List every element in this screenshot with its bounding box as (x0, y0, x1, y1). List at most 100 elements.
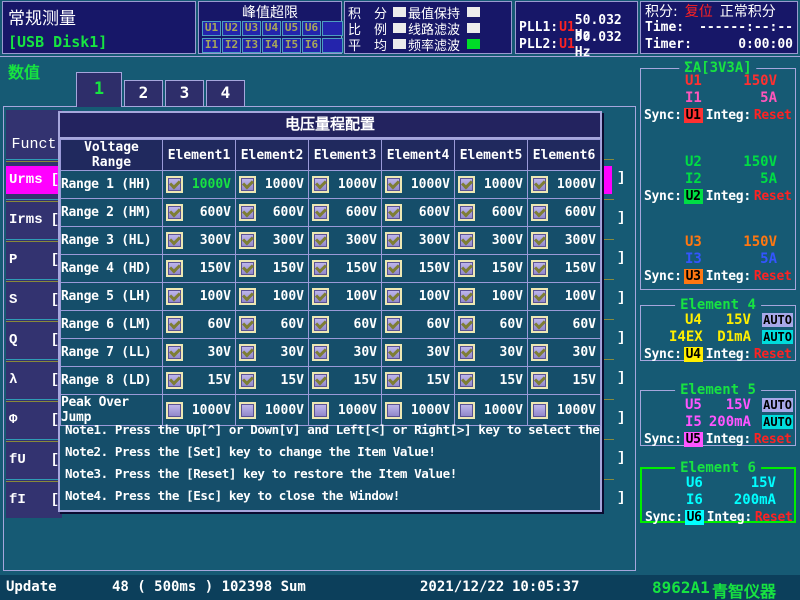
checkbox-checked-icon[interactable] (312, 372, 329, 389)
range-cell[interactable]: 1000V (163, 171, 236, 199)
function-row-Φ[interactable]: Φ[ (6, 406, 62, 434)
checkbox-checked-icon[interactable] (239, 372, 256, 389)
range-cell[interactable]: 30V (528, 339, 601, 367)
checkbox-checked-icon[interactable] (239, 176, 256, 193)
checkbox-checked-icon[interactable] (239, 316, 256, 333)
checkbox-checked-icon[interactable] (458, 344, 475, 361)
checkbox-unchecked-icon[interactable] (312, 402, 329, 419)
function-row-fU[interactable]: fU[ (6, 446, 62, 474)
checkbox-checked-icon[interactable] (239, 288, 256, 305)
checkbox-checked-icon[interactable] (166, 204, 183, 221)
checkbox-checked-icon[interactable] (385, 260, 402, 277)
range-cell[interactable]: 30V (455, 339, 528, 367)
checkbox-checked-icon[interactable] (312, 176, 329, 193)
checkbox-checked-icon[interactable] (458, 232, 475, 249)
function-row-Q[interactable]: Q[ (6, 326, 62, 354)
checkbox-checked-icon[interactable] (531, 372, 548, 389)
checkbox-checked-icon[interactable] (385, 316, 402, 333)
checkbox-unchecked-icon[interactable] (239, 402, 256, 419)
range-cell[interactable]: 1000V (236, 171, 309, 199)
range-cell[interactable]: 15V (236, 367, 309, 395)
element-box-6[interactable]: Element 6 U615V I6200mA Sync:U6Integ:Res… (640, 467, 796, 523)
tab-3[interactable]: 3 (165, 80, 204, 106)
range-cell[interactable]: 15V (382, 367, 455, 395)
checkbox-checked-icon[interactable] (458, 316, 475, 333)
range-cell[interactable]: 300V (382, 227, 455, 255)
range-cell[interactable]: 30V (236, 339, 309, 367)
function-row-Irms[interactable]: Irms[ (6, 206, 62, 234)
range-cell[interactable]: 60V (163, 311, 236, 339)
range-cell[interactable]: 300V (236, 227, 309, 255)
checkbox-checked-icon[interactable] (385, 204, 402, 221)
range-cell[interactable]: 1000V (382, 171, 455, 199)
tab-1[interactable]: 1 (76, 72, 122, 107)
checkbox-checked-icon[interactable] (239, 344, 256, 361)
range-cell[interactable]: 1000V (528, 171, 601, 199)
checkbox-unchecked-icon[interactable] (385, 402, 402, 419)
checkbox-checked-icon[interactable] (458, 176, 475, 193)
checkbox-checked-icon[interactable] (312, 204, 329, 221)
checkbox-unchecked-icon[interactable] (166, 402, 183, 419)
checkbox-unchecked-icon[interactable] (531, 402, 548, 419)
range-cell[interactable]: 60V (382, 311, 455, 339)
range-cell[interactable]: 60V (528, 311, 601, 339)
checkbox-checked-icon[interactable] (531, 344, 548, 361)
function-row-λ[interactable]: λ[ (6, 366, 62, 394)
range-cell[interactable]: 30V (382, 339, 455, 367)
range-cell[interactable]: 600V (236, 199, 309, 227)
checkbox-checked-icon[interactable] (239, 232, 256, 249)
range-cell[interactable]: 600V (528, 199, 601, 227)
checkbox-checked-icon[interactable] (385, 288, 402, 305)
range-cell[interactable]: 15V (528, 367, 601, 395)
checkbox-checked-icon[interactable] (458, 260, 475, 277)
range-cell[interactable]: 300V (163, 227, 236, 255)
range-cell[interactable]: 150V (455, 255, 528, 283)
range-cell[interactable]: 1000V (309, 171, 382, 199)
checkbox-checked-icon[interactable] (312, 316, 329, 333)
checkbox-checked-icon[interactable] (166, 232, 183, 249)
checkbox-checked-icon[interactable] (531, 176, 548, 193)
range-cell[interactable]: 100V (455, 283, 528, 311)
range-cell[interactable]: 60V (236, 311, 309, 339)
function-row-P[interactable]: P[ (6, 246, 62, 274)
range-cell[interactable]: 15V (309, 367, 382, 395)
range-cell[interactable]: 600V (455, 199, 528, 227)
range-cell[interactable]: 150V (163, 255, 236, 283)
checkbox-checked-icon[interactable] (312, 260, 329, 277)
range-cell[interactable]: 100V (163, 283, 236, 311)
function-row-fI[interactable]: fI[ (6, 486, 62, 514)
checkbox-checked-icon[interactable] (531, 288, 548, 305)
range-cell[interactable]: 150V (236, 255, 309, 283)
checkbox-checked-icon[interactable] (385, 232, 402, 249)
range-cell[interactable]: 100V (382, 283, 455, 311)
range-cell[interactable]: 100V (309, 283, 382, 311)
range-cell[interactable]: 60V (455, 311, 528, 339)
checkbox-checked-icon[interactable] (239, 260, 256, 277)
checkbox-checked-icon[interactable] (531, 316, 548, 333)
range-cell[interactable]: 600V (382, 199, 455, 227)
element-box-5[interactable]: Element 5 U515VAUTO I5200mAAUTO Sync:U5I… (640, 390, 796, 446)
range-cell[interactable]: 600V (309, 199, 382, 227)
checkbox-checked-icon[interactable] (458, 372, 475, 389)
checkbox-checked-icon[interactable] (531, 232, 548, 249)
checkbox-checked-icon[interactable] (385, 176, 402, 193)
checkbox-unchecked-icon[interactable] (458, 402, 475, 419)
checkbox-checked-icon[interactable] (166, 344, 183, 361)
checkbox-checked-icon[interactable] (531, 260, 548, 277)
range-cell[interactable]: 150V (382, 255, 455, 283)
element-box-4[interactable]: Element 4 U415VAUTO I4EXD1mAAUTO Sync:U4… (640, 305, 796, 361)
checkbox-checked-icon[interactable] (385, 372, 402, 389)
range-cell[interactable]: 30V (309, 339, 382, 367)
checkbox-checked-icon[interactable] (239, 204, 256, 221)
checkbox-checked-icon[interactable] (166, 288, 183, 305)
range-cell[interactable]: 15V (455, 367, 528, 395)
range-cell[interactable]: 60V (309, 311, 382, 339)
checkbox-checked-icon[interactable] (312, 288, 329, 305)
range-cell[interactable]: 100V (528, 283, 601, 311)
checkbox-checked-icon[interactable] (458, 204, 475, 221)
range-cell[interactable]: 15V (163, 367, 236, 395)
checkbox-checked-icon[interactable] (166, 372, 183, 389)
range-cell[interactable]: 30V (163, 339, 236, 367)
range-cell[interactable]: 150V (528, 255, 601, 283)
checkbox-checked-icon[interactable] (458, 288, 475, 305)
